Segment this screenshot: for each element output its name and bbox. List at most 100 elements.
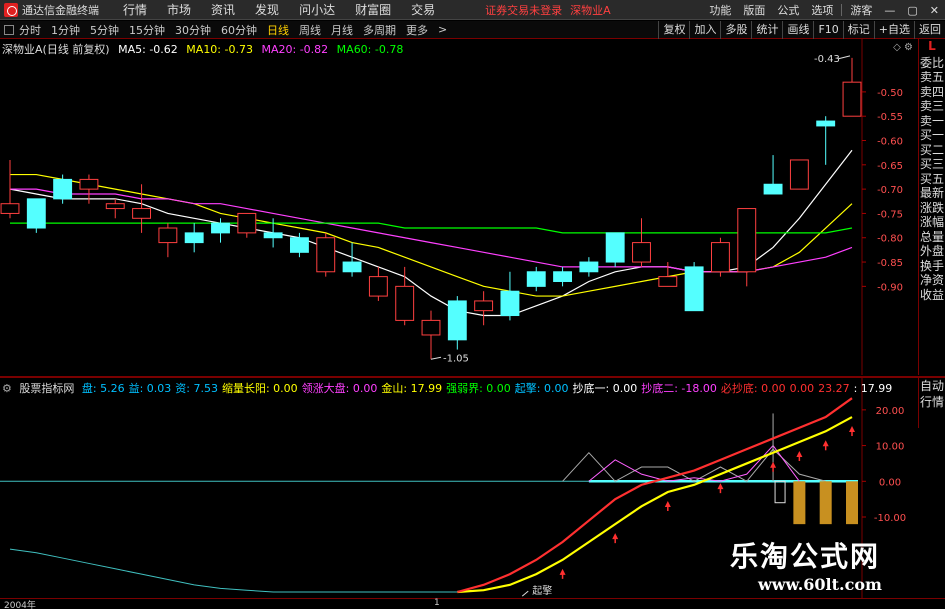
candle-body-down [579,261,599,273]
period-5min[interactable]: 5分钟 [85,22,124,38]
btn-multi-stock[interactable]: 多股 [720,21,751,39]
candle-body-down [211,222,230,234]
menu-layout[interactable]: 版面 [737,2,771,18]
candle-body-up [368,276,388,297]
tab-earnings[interactable]: 收益 [920,288,944,303]
btn-mark[interactable]: 标记 [842,21,874,39]
tab-ask5[interactable]: 卖五 [920,70,944,85]
period-15min[interactable]: 15分钟 [124,22,170,38]
tab-bid-ratio[interactable]: 委比 [920,56,944,71]
candle-body-up [158,227,178,244]
tab-bid5[interactable]: 买五 [920,172,944,187]
tab-bid1[interactable]: 买一 [920,128,944,143]
tab-quotes[interactable]: 行情 [919,394,945,410]
candlestick-chart-panel[interactable]: -0.50 -0.55 -0.60 -0.65 -0.70 -0.75 -0.80 -0.85… [0,39,917,375]
indicator-settings-icon[interactable]: ⚙ [2,382,12,395]
candle-body-down [684,266,704,312]
price-tick-label: -0.65 [877,161,903,172]
tab-ask3[interactable]: 卖三 [920,99,944,114]
more-chevron-icon[interactable]: > [433,23,452,36]
price-tick-label: -0.80 [877,234,903,245]
tab-outer[interactable]: 外盘 [920,244,944,259]
toolbar-checkbox-icon[interactable] [4,24,14,35]
tab-change-pct[interactable]: 涨幅 [920,215,944,230]
menu-trade[interactable]: 交易 [401,1,445,18]
period-weekly[interactable]: 周线 [294,22,326,38]
ma-line-ma60 [10,222,853,234]
minimize-icon[interactable]: — [878,4,901,17]
btn-draw[interactable]: 画线 [782,21,813,39]
toolbar-right: 复权 加入 多股 统计 画线 F10 标记 +自选 返回 [658,21,945,39]
tab-ask1[interactable]: 卖一 [920,114,944,129]
candle-body-up [842,81,862,117]
btn-f10[interactable]: F10 [813,21,842,39]
price-tick-label: -0.90 [877,282,903,293]
candle-body-up [132,208,152,219]
maximize-icon[interactable]: ▢ [901,4,923,17]
price-tick-label: -0.60 [877,137,903,148]
candlestick-chart[interactable]: -0.50 -0.55 -0.60 -0.65 -0.70 -0.75 -0.80 -0.85… [0,39,917,375]
tab-auto[interactable]: 自动 [919,378,945,394]
period-toolbar: 分时 1分钟 5分钟 15分钟 30分钟 60分钟 日线 周线 月线 多周期 更… [0,21,945,39]
tab-change[interactable]: 涨跌 [920,201,944,216]
indicator-value-1: 益: 0.03 [128,382,172,395]
menu-formula[interactable]: 公式 [771,2,805,18]
candle-body-down [447,300,467,341]
period-60min[interactable]: 60分钟 [216,22,262,38]
period-monthly[interactable]: 月线 [326,22,358,38]
btn-back[interactable]: 返回 [914,21,945,39]
menu-news[interactable]: 资讯 [201,1,245,18]
candle-body-down [553,271,573,282]
indicator-name[interactable]: 股票指标网 [19,382,74,395]
quote-side-tabs: L 委比 卖五 卖四 卖三 卖一 买一 买二 买三 买五 最新 涨跌 涨幅 总量… [918,39,945,375]
ma5-label: MA5: -0.62 [118,43,178,56]
ma10-label: MA10: -0.73 [186,43,253,56]
date-start: 2004年 [4,601,36,609]
app-title: 通达信金融终端 [22,3,99,17]
period-1min[interactable]: 1分钟 [46,22,85,38]
start-signal-pointer [521,590,529,597]
menu-wealth[interactable]: 财富圈 [345,1,401,18]
tab-net-assets[interactable]: 净资 [920,273,944,288]
tab-ask4[interactable]: 卖四 [920,85,944,100]
candle-body-up [0,203,20,214]
login-notice[interactable]: 证券交易未登录 [485,2,562,18]
gold-signal-bar [819,481,832,525]
indicator-value-13: : 17.99 [853,382,893,395]
date-axis: 2004年 1 [0,598,945,609]
tab-latest[interactable]: 最新 [920,186,944,201]
btn-stats[interactable]: 统计 [751,21,782,39]
settings-icon[interactable]: ⚙ [904,42,913,53]
low-price-arrow [430,356,442,360]
price-tick-label: -0.70 [877,185,903,196]
menu-guest[interactable]: 游客 [844,2,878,18]
close-icon[interactable]: ✕ [924,4,945,17]
menu-discover[interactable]: 发现 [245,1,289,18]
candle-body-down [526,271,546,287]
tab-volume[interactable]: 总量 [920,230,944,245]
diamond-icon[interactable]: ◇ [893,42,901,53]
period-intraday[interactable]: 分时 [14,22,46,38]
chart-corner-icons: ◇ ⚙ [893,42,913,53]
side-panel-toggle[interactable]: L [928,39,936,54]
tab-bid3[interactable]: 买三 [920,157,944,172]
main-menu: 行情 市场 资讯 发现 问小达 财富圈 交易 [113,1,445,18]
menu-quotes[interactable]: 行情 [113,1,157,18]
menu-assistant[interactable]: 问小达 [289,1,345,18]
tab-bid2[interactable]: 买二 [920,143,944,158]
menu-market[interactable]: 市场 [157,1,201,18]
period-multi[interactable]: 多周期 [358,22,401,38]
btn-adjust[interactable]: 复权 [658,21,689,39]
period-30min[interactable]: 30分钟 [170,22,216,38]
candle-body-up [474,300,494,312]
candle-body-down [605,232,625,263]
period-daily[interactable]: 日线 [262,22,294,38]
menu-options[interactable]: 选项 [805,2,839,18]
btn-overlay[interactable]: 加入 [689,21,720,39]
menu-function[interactable]: 功能 [703,2,737,18]
candle-body-up [421,319,441,336]
btn-add-watchlist[interactable]: +自选 [873,21,914,39]
indicator-values: 盘: 5.26 益: 0.03 资: 7.53 缩量长阳: 0.00 领涨大盘: 0.0… [82,382,896,395]
tab-turnover[interactable]: 换手 [920,259,944,274]
period-more[interactable]: 更多 [401,22,433,38]
